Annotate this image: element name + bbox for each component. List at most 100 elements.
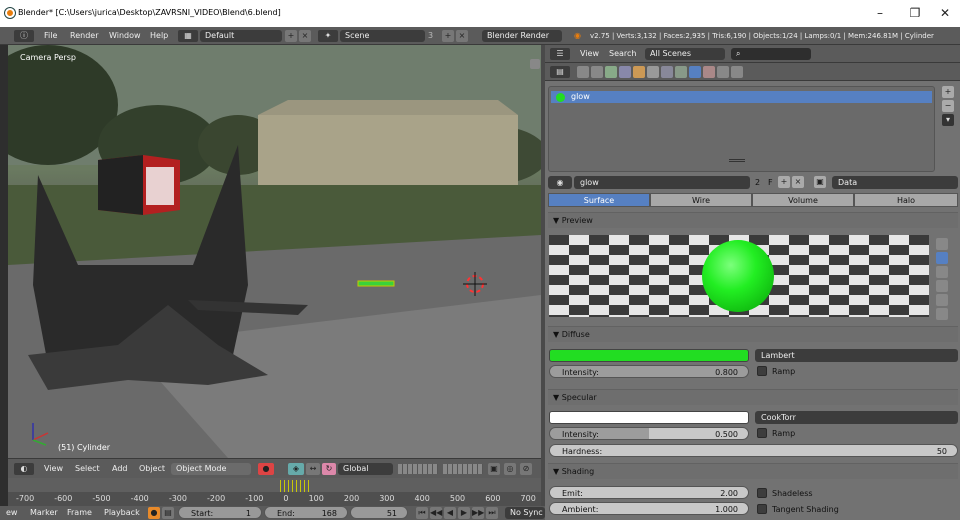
transform-icon[interactable]: ↻ — [322, 463, 336, 475]
material-slot-item[interactable]: glow — [551, 91, 932, 103]
specular-shader-select[interactable]: CookTorr — [755, 411, 958, 424]
section-preview-header[interactable]: ▼ Preview — [548, 212, 958, 228]
menu-object[interactable]: Object — [139, 463, 165, 475]
list-resize-grip[interactable] — [729, 159, 745, 162]
texture-tab-icon[interactable] — [703, 66, 715, 78]
close-button[interactable]: ✕ — [935, 4, 955, 22]
hardness-field[interactable]: Hardness: 50 — [549, 444, 958, 457]
material-name-field[interactable]: glow — [574, 176, 750, 189]
preview-hair-icon[interactable] — [936, 294, 948, 306]
info-editor-icon[interactable]: ⓘ — [14, 30, 34, 42]
jump-start-icon[interactable]: ⏮ — [416, 507, 428, 519]
diffuse-ramp-checkbox[interactable] — [757, 366, 767, 376]
preview-flat-icon[interactable] — [936, 238, 948, 250]
preview-range-icon[interactable]: ▤ — [162, 507, 174, 519]
modifiers-tab-icon[interactable] — [661, 66, 673, 78]
menu-playback[interactable]: Playback — [104, 507, 140, 519]
snap-icon[interactable]: ⊘ — [520, 463, 532, 475]
scene-tab-icon[interactable] — [605, 66, 617, 78]
section-specular-header[interactable]: ▼ Specular — [548, 389, 958, 405]
remove-slot-icon[interactable]: − — [942, 100, 954, 112]
prev-keyframe-icon[interactable]: ◀◀ — [430, 507, 442, 519]
manipulator-icon[interactable]: ↔ — [306, 463, 320, 475]
specular-color-swatch[interactable] — [549, 411, 749, 424]
add-scene-icon[interactable]: + — [442, 30, 454, 42]
toolshelf-toggle-icon[interactable] — [530, 59, 540, 69]
properties-editor-icon[interactable]: ▤ — [550, 66, 570, 78]
world-tab-icon[interactable] — [619, 66, 631, 78]
layer-buttons[interactable] — [398, 464, 438, 474]
new-material-icon[interactable]: + — [778, 176, 790, 188]
scene-icon[interactable]: ✦ — [318, 30, 338, 42]
outliner-view-menu[interactable]: View — [580, 48, 599, 60]
outliner-editor-icon[interactable]: ☰ — [550, 48, 570, 60]
object-tab-icon[interactable] — [633, 66, 645, 78]
shading-icon[interactable]: ● — [258, 463, 274, 475]
jump-end-icon[interactable]: ⏭ — [486, 507, 498, 519]
diffuse-shader-select[interactable]: Lambert — [755, 349, 958, 362]
menu-add[interactable]: Add — [112, 463, 128, 475]
layout-field[interactable]: Default — [200, 30, 282, 42]
menu-view[interactable]: View — [44, 463, 63, 475]
section-diffuse-header[interactable]: ▼ Diffuse — [548, 326, 958, 342]
unlink-material-icon[interactable]: × — [792, 176, 804, 188]
editor-type-icon[interactable]: ◐ — [14, 463, 34, 475]
shadeless-checkbox[interactable] — [757, 488, 767, 498]
pivot-icon[interactable]: ◈ — [288, 463, 304, 475]
maximize-button[interactable]: ❐ — [905, 4, 925, 22]
play-icon[interactable]: ▶ — [458, 507, 470, 519]
orientation-select[interactable]: Global — [338, 463, 393, 475]
next-keyframe-icon[interactable]: ▶▶ — [472, 507, 484, 519]
specular-ramp-checkbox[interactable] — [757, 428, 767, 438]
section-shading-header[interactable]: ▼ Shading — [548, 463, 958, 479]
sync-select[interactable]: No Sync — [505, 507, 545, 519]
menu-marker[interactable]: Marker — [30, 507, 58, 519]
specular-intensity-slider[interactable]: Intensity: 0.500 — [549, 427, 749, 440]
add-layout-icon[interactable]: + — [285, 30, 297, 42]
preview-cube-icon[interactable] — [936, 266, 948, 278]
menu-render[interactable]: Render — [70, 30, 98, 42]
tab-surface[interactable]: Surface — [548, 193, 650, 207]
end-frame-field[interactable]: End: 168 — [264, 506, 348, 519]
render-tab-icon[interactable] — [577, 66, 589, 78]
menu-file[interactable]: File — [44, 30, 57, 42]
diffuse-color-swatch[interactable] — [549, 349, 749, 362]
lock-camera-icon[interactable]: ▣ — [488, 463, 500, 475]
remove-scene-icon[interactable]: × — [456, 30, 468, 42]
outliner-search-input[interactable]: ⌕ — [731, 48, 811, 60]
render-preview-icon[interactable]: ◎ — [504, 463, 516, 475]
tab-wire[interactable]: Wire — [650, 193, 752, 207]
node-toggle-icon[interactable]: ▣ — [814, 176, 826, 188]
ambient-field[interactable]: Ambient: 1.000 — [549, 502, 749, 515]
menu-view-truncated[interactable]: ew — [6, 507, 17, 519]
3d-viewport[interactable]: Camera Persp (51) Cylinder — [8, 45, 541, 458]
play-reverse-icon[interactable]: ◀ — [444, 507, 456, 519]
tangent-shading-checkbox[interactable] — [757, 504, 767, 514]
link-select[interactable]: Data — [832, 176, 958, 189]
tab-volume[interactable]: Volume — [752, 193, 854, 207]
outliner-search-menu[interactable]: Search — [609, 48, 636, 60]
menu-select[interactable]: Select — [75, 463, 100, 475]
render-engine-select[interactable]: Blender Render — [482, 30, 562, 42]
record-icon[interactable]: ● — [148, 507, 160, 519]
mode-select[interactable]: Object Mode — [171, 463, 251, 475]
slot-menu-icon[interactable]: ▾ — [942, 114, 954, 126]
preview-sky-icon[interactable] — [936, 308, 948, 320]
start-frame-field[interactable]: Start: 1 — [178, 506, 262, 519]
scene-field[interactable]: Scene — [340, 30, 425, 42]
data-tab-icon[interactable] — [675, 66, 687, 78]
add-slot-icon[interactable]: + — [942, 86, 954, 98]
preview-sphere-icon[interactable] — [936, 252, 948, 264]
outliner-filter-select[interactable]: All Scenes — [645, 48, 725, 60]
layer-buttons-2[interactable] — [443, 464, 483, 474]
preview-monkey-icon[interactable] — [936, 280, 948, 292]
material-browse-icon[interactable]: ◉ — [548, 176, 572, 189]
particles-tab-icon[interactable] — [717, 66, 729, 78]
layers-tab-icon[interactable] — [591, 66, 603, 78]
menu-frame[interactable]: Frame — [67, 507, 92, 519]
tab-halo[interactable]: Halo — [854, 193, 958, 207]
menu-window[interactable]: Window — [109, 30, 141, 42]
menu-help[interactable]: Help — [150, 30, 168, 42]
screen-layout-icon[interactable]: ▦ — [178, 30, 198, 42]
material-tab-icon[interactable] — [689, 66, 701, 78]
